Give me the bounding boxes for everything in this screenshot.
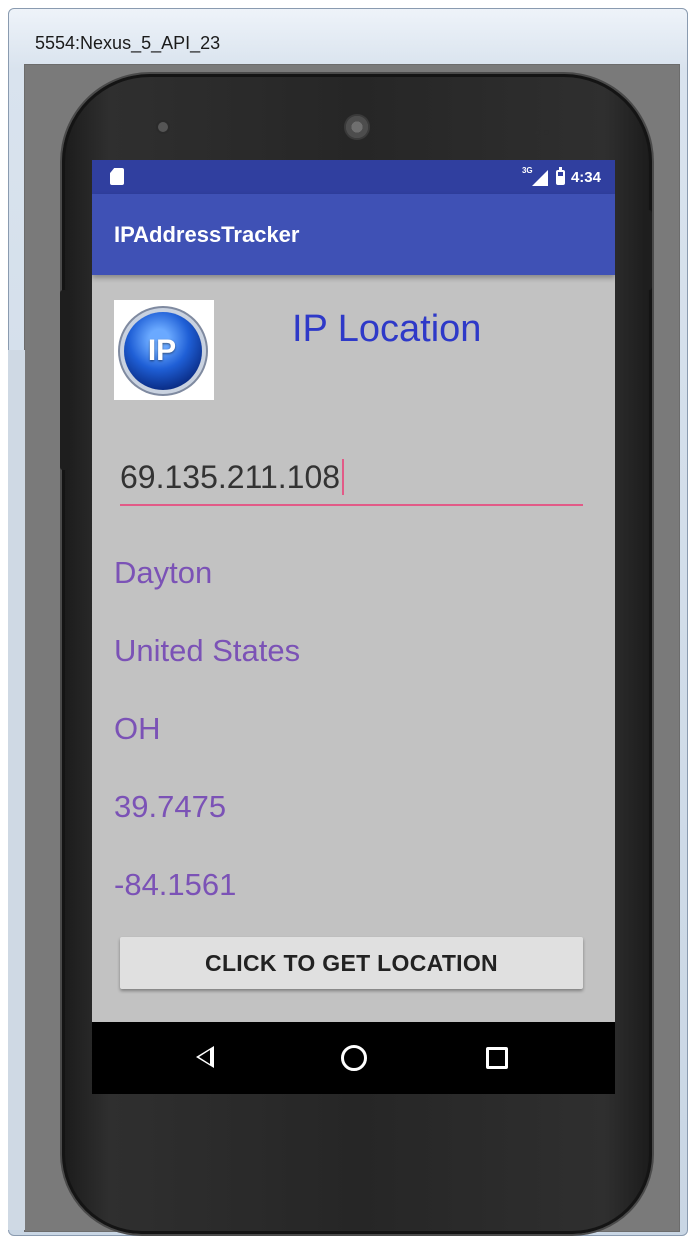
- status-icons: 3G 4:34: [522, 166, 601, 187]
- ip-address-input[interactable]: 69.135.211.108: [120, 450, 583, 506]
- region-text: OH: [114, 711, 161, 746]
- window-title: 5554:Nexus_5_API_23: [35, 33, 221, 53]
- app-bar: IPAddressTracker: [92, 194, 615, 275]
- window-edge: [8, 350, 25, 1230]
- volume-button[interactable]: [60, 290, 68, 470]
- proximity-sensor-icon: [158, 122, 168, 132]
- page-title: IP Location: [292, 308, 482, 350]
- city-text: Dayton: [114, 555, 213, 590]
- app-logo: IP: [114, 300, 214, 400]
- home-icon[interactable]: [341, 1045, 367, 1071]
- navigation-bar: [92, 1022, 615, 1094]
- app-title: IPAddressTracker: [114, 222, 300, 247]
- get-location-button[interactable]: CLICK TO GET LOCATION: [120, 937, 583, 989]
- logo-text: IP: [147, 334, 177, 367]
- back-icon[interactable]: [196, 1046, 214, 1068]
- sd-card-icon: [110, 168, 124, 185]
- front-camera-icon: [344, 114, 370, 140]
- phone-screen: 3G 4:34 IPAddressTracker IP IP Location …: [92, 160, 615, 1094]
- light-sensor-icon: [535, 122, 561, 135]
- latitude-text: 39.7475: [114, 789, 227, 824]
- status-bar: 3G 4:34: [92, 160, 615, 194]
- signal-icon: 3G: [522, 166, 548, 186]
- power-button[interactable]: [644, 210, 652, 290]
- recents-icon[interactable]: [486, 1047, 508, 1069]
- ip-logo-icon: IP: [124, 312, 202, 390]
- text-cursor: [342, 459, 345, 495]
- status-time: 4:34: [570, 168, 601, 186]
- country-text: United States: [114, 633, 301, 668]
- ip-address-value: 69.135.211.108: [120, 458, 341, 495]
- longitude-text: -84.1561: [114, 867, 237, 902]
- battery-icon: [555, 166, 565, 185]
